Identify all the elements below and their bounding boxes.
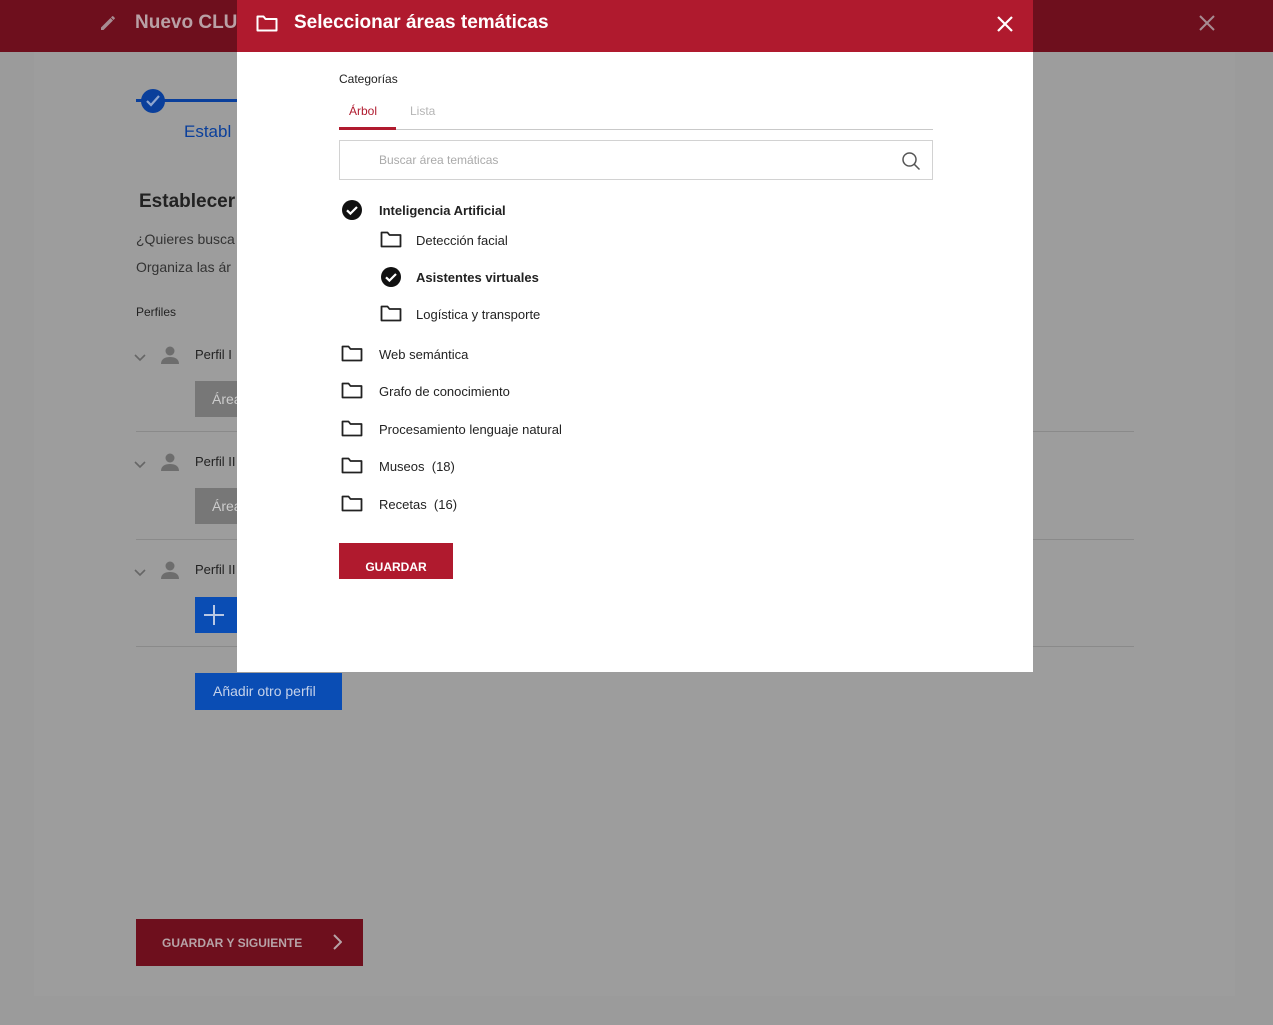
- tree-item-label: Museos (18): [379, 459, 455, 474]
- folder-icon: [341, 380, 363, 405]
- tree-item-label: Procesamiento lenguaje natural: [379, 422, 562, 437]
- tree-item-label: Web semántica: [379, 347, 469, 362]
- tree-item-label: Inteligencia Artificial: [379, 203, 506, 218]
- modal-title: Seleccionar áreas temáticas: [294, 12, 549, 33]
- plus-icon: [204, 605, 224, 625]
- chevron-down-icon[interactable]: [134, 456, 146, 474]
- tree-item-label: Detección facial: [416, 233, 508, 248]
- folder-icon: [341, 343, 363, 368]
- close-icon[interactable]: [995, 14, 1015, 39]
- search-box: [339, 140, 933, 180]
- chevron-down-icon[interactable]: [134, 564, 146, 582]
- tab-tree[interactable]: Árbol: [349, 104, 377, 118]
- folder-icon: [256, 14, 278, 37]
- tree-item-label: Recetas (16): [379, 497, 458, 512]
- profile-name: Perfil II: [195, 454, 236, 469]
- background-close-icon[interactable]: [1197, 13, 1217, 33]
- person-icon: [159, 345, 181, 370]
- tree-item-label: Asistentes virtuales: [416, 270, 539, 285]
- modal-header: Seleccionar áreas temáticas: [237, 0, 1033, 52]
- folder-icon: [341, 493, 363, 518]
- chevron-down-icon[interactable]: [134, 349, 146, 367]
- intro-text-line-1: ¿Quieres busca: [136, 231, 235, 247]
- person-icon: [159, 452, 181, 477]
- search-input[interactable]: [340, 141, 890, 179]
- section-title: Establecer: [139, 191, 236, 212]
- select-areas-modal: Seleccionar áreas temáticas Categorías Á…: [237, 0, 1033, 672]
- intro-text-line-2: Organiza las ár: [136, 259, 231, 275]
- categories-label: Categorías: [339, 72, 398, 86]
- active-tab-indicator: [339, 127, 396, 130]
- add-profile-button[interactable]: Añadir otro perfil: [195, 673, 342, 710]
- stepper-check-icon: [141, 89, 165, 113]
- stepper-label: Establ: [184, 122, 232, 141]
- search-icon[interactable]: [901, 151, 921, 176]
- profiles-label: Perfiles: [136, 305, 177, 319]
- view-tabs: Árbol Lista: [339, 96, 933, 130]
- folder-icon: [341, 418, 363, 443]
- folder-icon: [341, 455, 363, 480]
- profile-name: Perfil I: [195, 347, 232, 362]
- background-page-title: Nuevo CLU: [135, 12, 238, 33]
- save-button[interactable]: GUARDAR: [339, 543, 453, 579]
- folder-icon: [380, 303, 402, 328]
- pencil-icon: [98, 13, 118, 33]
- profile-name: Perfil II: [195, 562, 236, 577]
- chevron-right-icon: [333, 934, 342, 950]
- save-and-next-button[interactable]: GUARDAR Y SIGUIENTE: [136, 919, 363, 966]
- person-icon: [159, 560, 181, 585]
- tab-list[interactable]: Lista: [410, 104, 435, 118]
- check-circle-icon: [380, 266, 402, 293]
- tree-item-label: Logística y transporte: [416, 307, 541, 322]
- folder-icon: [380, 229, 402, 254]
- check-circle-icon: [341, 199, 363, 226]
- save-and-next-label: GUARDAR Y SIGUIENTE: [162, 936, 303, 950]
- tree-item-label: Grafo de conocimiento: [379, 384, 510, 399]
